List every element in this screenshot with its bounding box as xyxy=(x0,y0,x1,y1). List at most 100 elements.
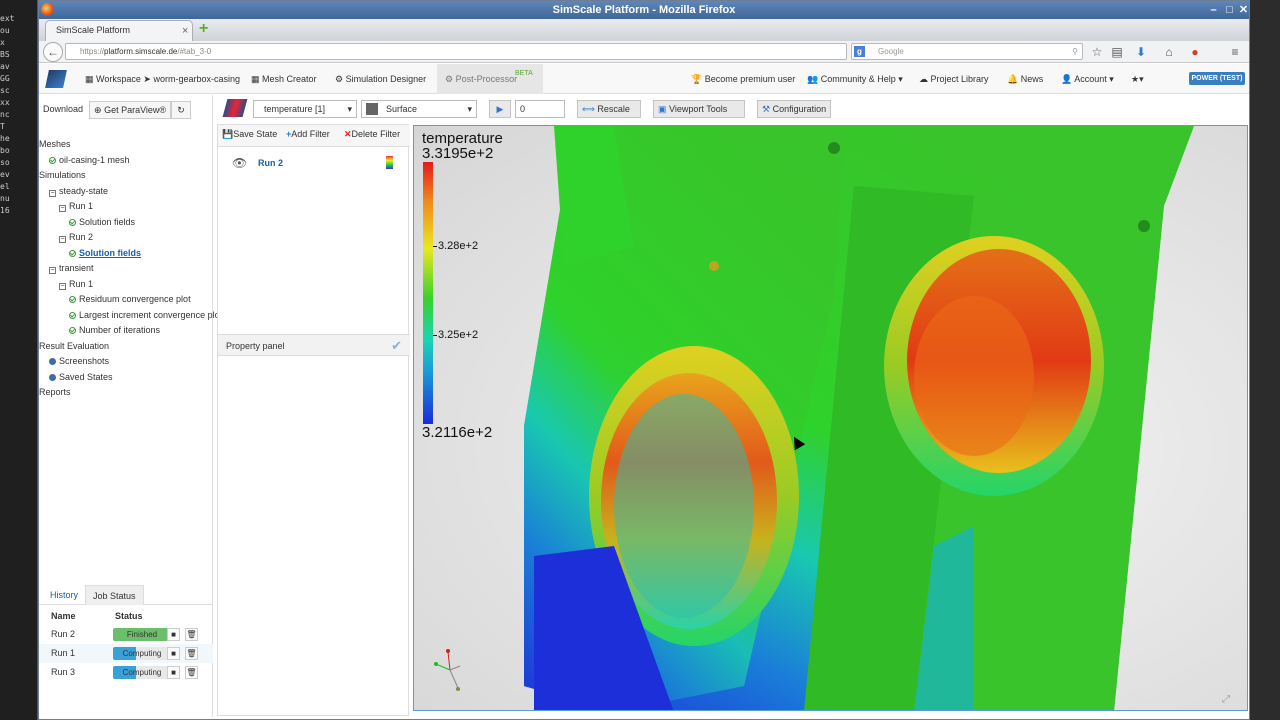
browser-tab[interactable]: SimScale Platform × xyxy=(45,20,193,41)
tree-item[interactable]: Solution fields xyxy=(69,217,135,227)
tree-item[interactable]: Saved States xyxy=(49,372,113,382)
tree-item[interactable]: − Run 1 xyxy=(59,279,93,290)
bookmark-star-icon[interactable]: ☆ xyxy=(1089,44,1105,60)
terminal-line: sc xyxy=(0,86,10,95)
tree-item[interactable]: − Run 2 xyxy=(59,232,93,243)
rescale-button[interactable]: ⟺ Rescale xyxy=(577,100,641,118)
representation-select[interactable]: Surface ▾ xyxy=(361,100,477,118)
tree-item-label: Meshes xyxy=(39,139,71,149)
stop-icon[interactable]: ■ xyxy=(167,628,180,641)
app-navigation: ▦ Workspace ➤ worm-gearbox-casing ▦ Mesh… xyxy=(39,64,1249,94)
tree-item[interactable]: − steady-state xyxy=(49,186,108,197)
account-label: Account xyxy=(1074,74,1107,84)
apply-check-icon[interactable]: ✔ xyxy=(391,335,402,357)
home-icon[interactable]: ⌂ xyxy=(1161,44,1177,60)
tree-item[interactable]: − Run 1 xyxy=(59,201,93,212)
left-panel: Download ⊕ Get ParaView® ↻ Meshes oil-cas… xyxy=(39,95,222,717)
premium-label: Become premium user xyxy=(704,74,796,84)
get-paraview-label: Get ParaView® xyxy=(104,105,167,115)
3d-viewport[interactable]: temperature 3.3195e+2 3.28e+2 3.25e+2 3.2… xyxy=(413,125,1248,711)
collapse-icon[interactable]: − xyxy=(59,236,66,243)
legend-tick-label: 3.28e+2 xyxy=(438,239,479,252)
plan-badge[interactable]: POWER (TEST) xyxy=(1189,72,1245,85)
collapse-icon[interactable]: − xyxy=(59,205,66,212)
tab-history[interactable]: History xyxy=(43,585,85,605)
viewport-tools-button[interactable]: ▣ Viewport Tools xyxy=(653,100,745,118)
tree-item[interactable]: Solution fields xyxy=(69,248,141,258)
colormap-icon[interactable] xyxy=(386,156,393,169)
collapse-icon[interactable]: − xyxy=(49,189,56,197)
tree-item[interactable]: Number of iterations xyxy=(69,325,160,335)
rescale-icon: ⟺ xyxy=(582,104,595,114)
download-button[interactable]: Download xyxy=(39,101,87,119)
tree-item[interactable]: Result Evaluation xyxy=(39,341,109,351)
time-input[interactable]: 0 xyxy=(515,100,565,118)
save-icon: 💾 xyxy=(222,129,234,139)
tree-item-label: Screenshots xyxy=(59,356,110,366)
tab-mesh-creator[interactable]: ▦ Mesh Creator xyxy=(251,64,317,94)
project-library-link[interactable]: ☁ Project Library xyxy=(919,64,989,94)
back-button[interactable]: ← xyxy=(43,42,63,62)
rescale-label: Rescale xyxy=(597,104,630,114)
tree-item[interactable]: oil-casing-1 mesh xyxy=(49,155,130,165)
refresh-button[interactable]: ↻ xyxy=(171,101,191,119)
url-bar[interactable]: https://platform.simscale.de/#tab_3-0 ↻ xyxy=(65,43,872,60)
tab-post-processor[interactable]: ⚙ Post-Processor xyxy=(437,64,543,94)
trash-icon[interactable]: 🗑 xyxy=(185,666,198,679)
menu-icon[interactable]: ≡ xyxy=(1227,44,1243,60)
tree-item[interactable]: − transient xyxy=(49,263,94,274)
community-menu[interactable]: 👥 Community & Help ▾ xyxy=(807,64,903,94)
search-input[interactable]: g Google ⚲ xyxy=(851,43,1083,60)
news-link[interactable]: 🔔 News xyxy=(1007,64,1043,94)
eye-icon[interactable]: 👁 xyxy=(232,156,247,170)
trash-icon[interactable]: 🗑 xyxy=(185,628,198,641)
tree-item[interactable]: Reports xyxy=(39,387,71,397)
field-select[interactable]: temperature [1] ▾ xyxy=(253,100,357,118)
tree-item[interactable]: Simulations xyxy=(39,170,86,180)
account-menu[interactable]: 👤 Account ▾ xyxy=(1061,64,1114,94)
adblock-icon[interactable]: ● xyxy=(1187,44,1203,60)
tree-item-label: Solution fields xyxy=(79,247,141,258)
tab-job-status[interactable]: Job Status xyxy=(85,585,144,605)
viewport-tools-label: Viewport Tools xyxy=(669,104,728,114)
configuration-button[interactable]: ⚒ Configuration xyxy=(757,100,831,118)
pipeline-toolbar: 💾Save State +Add Filter ✕Delete Filter xyxy=(218,125,410,147)
minimize-icon[interactable]: – xyxy=(1207,4,1220,16)
get-paraview-button[interactable]: ⊕ Get ParaView® xyxy=(89,101,172,119)
tab-simulation-designer[interactable]: ⚙ Simulation Designer xyxy=(335,64,426,94)
favorites-menu[interactable]: ★▾ xyxy=(1131,64,1144,94)
add-filter-button[interactable]: +Add Filter xyxy=(286,129,330,139)
simscale-logo[interactable] xyxy=(45,70,67,88)
status-badge: Finished xyxy=(113,628,171,641)
post-processor-label: Post-Processor xyxy=(455,74,518,84)
terminal-line: ou xyxy=(0,26,10,35)
trash-icon[interactable]: 🗑 xyxy=(185,647,198,660)
expand-icon[interactable]: ⤢ xyxy=(1222,694,1230,705)
viewport-toolbar: temperature [1] ▾ Surface ▾ ▶ 0 ⟺ Rescale … xyxy=(217,97,1249,122)
maximize-icon[interactable]: □ xyxy=(1223,4,1236,16)
tree-item[interactable]: Residuum convergence plot xyxy=(69,294,191,304)
close-icon[interactable]: ✕ xyxy=(1237,4,1250,16)
delete-filter-button[interactable]: ✕Delete Filter xyxy=(344,129,400,140)
beta-badge: BETA xyxy=(515,70,533,77)
workspace-breadcrumb[interactable]: ▦ Workspace ➤ worm-gearbox-casing xyxy=(85,64,240,94)
download-icon[interactable]: ⬇ xyxy=(1133,44,1149,60)
play-button[interactable]: ▶ xyxy=(489,100,511,118)
stop-icon[interactable]: ■ xyxy=(167,647,180,660)
collapse-icon[interactable]: − xyxy=(49,267,56,274)
collapse-icon[interactable]: − xyxy=(59,282,66,290)
magnifier-icon[interactable]: ⚲ xyxy=(1072,44,1078,59)
pipeline-item-run-2[interactable]: Run 2 xyxy=(258,158,283,168)
tree-item[interactable]: Screenshots xyxy=(49,356,109,366)
reading-list-icon[interactable]: ▤ xyxy=(1109,44,1125,60)
stop-icon[interactable]: ■ xyxy=(167,666,180,679)
save-state-button[interactable]: 💾Save State xyxy=(222,129,277,140)
terminal-line: ev xyxy=(0,170,10,179)
new-tab-icon[interactable]: + xyxy=(199,21,213,37)
tree-item[interactable]: Meshes xyxy=(39,139,71,149)
window-titlebar: SimScale Platform - Mozilla Firefox – □ … xyxy=(39,1,1249,19)
tab-close-icon[interactable]: × xyxy=(182,25,188,37)
news-label: News xyxy=(1020,74,1044,84)
tree-item[interactable]: Largest increment convergence plot xyxy=(69,310,222,320)
premium-link[interactable]: 🏆 Become premium user xyxy=(691,64,795,94)
